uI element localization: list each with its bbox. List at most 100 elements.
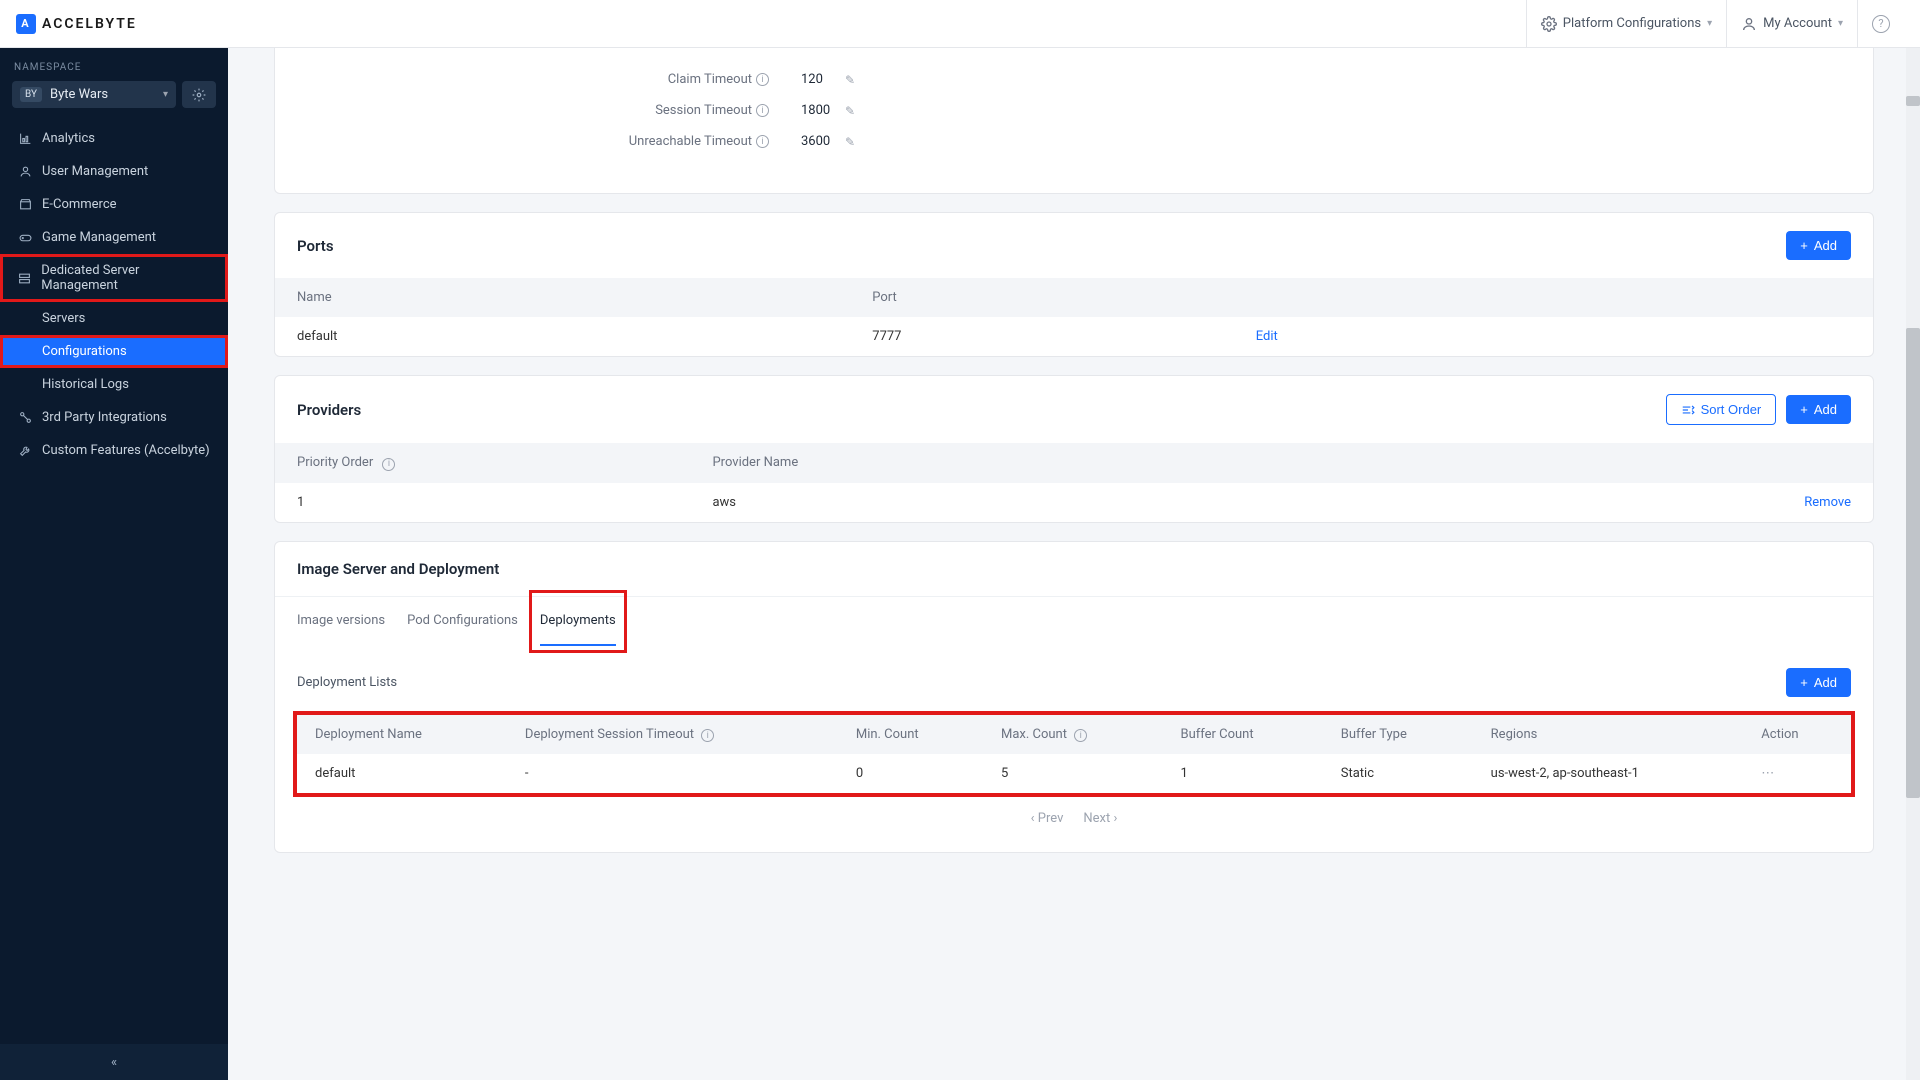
col-buffer-type: Buffer Type	[1323, 715, 1473, 755]
port-name: default	[275, 317, 850, 356]
chevron-down-icon: ▾	[1838, 18, 1843, 29]
col-port: Port	[850, 278, 1234, 317]
brand-text: ACCELBYTE	[42, 16, 137, 32]
deploy-regions: us-west-2, ap-southeast-1	[1473, 754, 1744, 793]
col-action: Action	[1743, 715, 1851, 755]
table-row: default - 0 5 1 Static us-west-2, ap-sou…	[297, 754, 1851, 793]
tab-image-versions[interactable]: Image versions	[297, 597, 385, 646]
top-header: A ACCELBYTE Platform Configurations ▾ My…	[0, 0, 1920, 48]
remove-provider-link[interactable]: Remove	[1804, 495, 1851, 510]
sidebar-item-historical-logs[interactable]: Historical Logs	[0, 368, 228, 401]
col-name: Name	[275, 278, 850, 317]
add-provider-button[interactable]: + Add	[1786, 395, 1851, 424]
col-deploy-name: Deployment Name	[297, 715, 507, 755]
edit-icon[interactable]: ✎	[835, 73, 855, 87]
scroll-up-arrow[interactable]	[1906, 96, 1920, 106]
info-icon[interactable]: i	[701, 729, 714, 742]
deployment-table: Deployment Name Deployment Session Timeo…	[297, 715, 1851, 794]
edit-port-link[interactable]: Edit	[1256, 329, 1278, 344]
add-port-button[interactable]: + Add	[1786, 231, 1851, 260]
sidebar-item-user-management[interactable]: User Management	[0, 155, 228, 188]
ports-title: Ports	[297, 237, 1786, 255]
add-provider-label: Add	[1814, 402, 1837, 417]
nav-label: Historical Logs	[42, 377, 129, 392]
platform-config-menu[interactable]: Platform Configurations ▾	[1526, 0, 1726, 48]
port-value: 7777	[850, 317, 1234, 356]
deploy-buffer-type: Static	[1323, 754, 1473, 793]
add-deployment-label: Add	[1814, 675, 1837, 690]
add-deployment-button[interactable]: + Add	[1786, 668, 1851, 697]
claim-timeout-label: Claim Timeout	[668, 72, 752, 87]
sort-order-button[interactable]: Sort Order	[1666, 394, 1777, 425]
plus-icon: +	[1800, 675, 1808, 690]
nav-label: Configurations	[42, 344, 127, 359]
brand-logo[interactable]: A ACCELBYTE	[16, 14, 137, 34]
namespace-selector[interactable]: BY Byte Wars ▾	[12, 81, 176, 108]
user-icon	[18, 165, 32, 178]
plus-icon: +	[1800, 238, 1808, 253]
namespace-badge: BY	[20, 87, 42, 102]
sidebar-item-analytics[interactable]: Analytics	[0, 122, 228, 155]
namespace-settings-button[interactable]	[182, 81, 216, 108]
help-icon: ?	[1872, 15, 1890, 33]
sidebar-item-configurations[interactable]: Configurations	[0, 335, 228, 368]
col-max-count: Max. Count	[1001, 727, 1067, 742]
providers-table: Priority Order i Provider Name 1 aws Rem…	[275, 443, 1873, 522]
sidebar-item-custom-features[interactable]: Custom Features (Accelbyte)	[0, 434, 228, 467]
deployment-tabs: Image versions Pod Configurations Deploy…	[275, 596, 1873, 646]
link-icon	[18, 411, 32, 424]
scrollbar[interactable]	[1906, 48, 1920, 1080]
next-page-button[interactable]: Next ›	[1083, 811, 1117, 826]
tab-label: Deployments	[540, 613, 616, 628]
deploy-min: 0	[838, 754, 983, 793]
table-row: 1 aws Remove	[275, 483, 1873, 522]
deployment-lists-title: Deployment Lists	[297, 675, 1786, 690]
sidebar-item-game-management[interactable]: Game Management	[0, 221, 228, 254]
sidebar-item-ecommerce[interactable]: E-Commerce	[0, 188, 228, 221]
session-timeout-label: Session Timeout	[655, 103, 752, 118]
nav-label: E-Commerce	[42, 197, 117, 212]
unreachable-timeout-label: Unreachable Timeout	[629, 134, 752, 149]
edit-icon[interactable]: ✎	[835, 104, 855, 118]
sidebar-item-dedicated-server-management[interactable]: Dedicated Server Management	[0, 254, 228, 302]
my-account-menu[interactable]: My Account ▾	[1726, 0, 1857, 48]
col-buffer-count: Buffer Count	[1162, 715, 1322, 755]
sort-icon	[1681, 403, 1695, 417]
tab-label: Image versions	[297, 613, 385, 628]
sidebar: NAMESPACE BY Byte Wars ▾ Analytics	[0, 48, 228, 1080]
pagination: ‹ Prev Next ›	[297, 797, 1851, 830]
ports-card: Ports + Add Name Port default 7777	[274, 212, 1874, 357]
session-timeout-value: 1800	[775, 103, 835, 118]
col-regions: Regions	[1473, 715, 1744, 755]
info-icon[interactable]: i	[756, 104, 769, 117]
info-icon[interactable]: i	[756, 73, 769, 86]
info-icon[interactable]: i	[756, 135, 769, 148]
col-min-count: Min. Count	[838, 715, 983, 755]
edit-icon[interactable]: ✎	[835, 135, 855, 149]
scroll-thumb[interactable]	[1906, 328, 1920, 798]
provider-name: aws	[690, 483, 1753, 522]
tab-deployments[interactable]: Deployments	[540, 597, 616, 646]
nav-label: User Management	[42, 164, 148, 179]
row-action-menu[interactable]: ⋯	[1761, 766, 1774, 781]
sidebar-item-third-party[interactable]: 3rd Party Integrations	[0, 401, 228, 434]
col-session-timeout: Deployment Session Timeout	[525, 727, 694, 742]
nav-label: Game Management	[42, 230, 156, 245]
sidebar-collapse-button[interactable]: «	[0, 1044, 228, 1080]
tab-pod-configurations[interactable]: Pod Configurations	[407, 597, 518, 646]
deploy-max: 5	[983, 754, 1163, 793]
providers-title: Providers	[297, 401, 1666, 419]
timeouts-card: Claim Timeout i 120 ✎ Session Timeout i …	[274, 48, 1874, 194]
prev-page-button[interactable]: ‹ Prev	[1031, 811, 1064, 826]
server-icon	[18, 272, 31, 285]
chevron-down-icon: ▾	[163, 89, 168, 100]
tab-label: Pod Configurations	[407, 613, 518, 628]
info-icon[interactable]: i	[1074, 729, 1087, 742]
sidebar-item-servers[interactable]: Servers	[0, 302, 228, 335]
priority-value: 1	[275, 483, 690, 522]
info-icon[interactable]: i	[382, 458, 395, 471]
logo-icon: A	[16, 14, 36, 34]
namespace-heading: NAMESPACE	[0, 48, 228, 81]
help-button[interactable]: ?	[1857, 0, 1904, 48]
sort-order-label: Sort Order	[1701, 402, 1762, 417]
